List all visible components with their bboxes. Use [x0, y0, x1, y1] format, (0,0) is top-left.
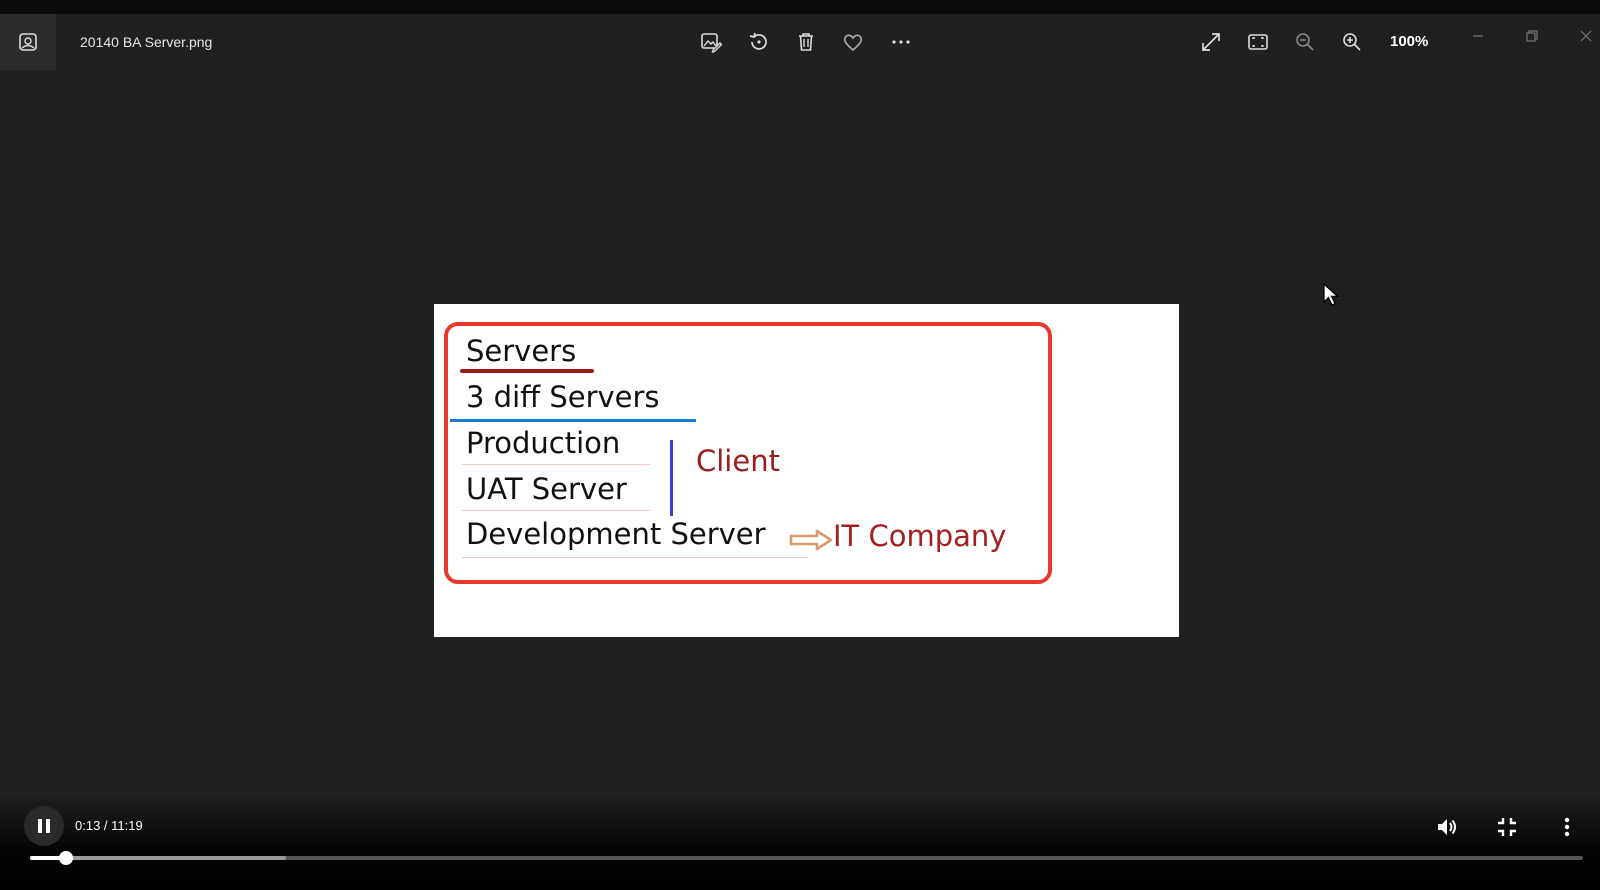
image-viewport[interactable]: Servers 3 diff Servers Production UAT Se… [0, 70, 1600, 790]
it-company-label: IT Company [833, 519, 1007, 553]
exit-fullscreen-icon [1498, 818, 1516, 836]
volume-button[interactable] [1432, 812, 1462, 842]
window-title: 20140 BA Server.png [80, 34, 213, 50]
fullscreen-button[interactable] [1197, 28, 1225, 56]
expand-icon [1202, 33, 1220, 51]
playback-time: 0:13 / 11:19 [75, 818, 143, 833]
pause-button[interactable] [24, 806, 64, 846]
restore-icon [1526, 30, 1538, 42]
title-bar: 20140 BA Server.png 100% [0, 14, 1600, 70]
zoom-in-icon [1343, 33, 1361, 51]
top-band [0, 0, 1600, 14]
vertical-more-icon [1564, 817, 1570, 837]
zoom-out-icon [1296, 33, 1314, 51]
pause-icon [38, 819, 50, 833]
seek-handle[interactable] [58, 851, 73, 865]
client-label: Client [696, 444, 780, 478]
close-button[interactable] [1570, 24, 1600, 48]
heading-underline [460, 369, 594, 373]
player-more-button[interactable] [1552, 812, 1582, 842]
faint-rule [462, 557, 808, 558]
favorite-button[interactable] [839, 28, 867, 56]
seek-bar[interactable] [30, 851, 1583, 865]
slide-line-production: Production [466, 426, 621, 460]
slide-line-development: Development Server [466, 517, 766, 551]
exit-fullscreen-button[interactable] [1492, 812, 1522, 842]
zoom-in-button[interactable] [1338, 28, 1366, 56]
zoom-level-display[interactable]: 100% [1390, 33, 1428, 50]
close-icon [1580, 30, 1592, 42]
fit-window-icon [1248, 34, 1268, 50]
edit-image-icon [701, 33, 722, 53]
slide-heading: Servers [466, 334, 577, 368]
mouse-cursor-icon [1323, 282, 1340, 306]
delete-icon [799, 33, 813, 51]
faint-rule [462, 464, 650, 465]
faint-rule [462, 510, 650, 511]
blue-underline [450, 419, 696, 422]
app-photo-button[interactable] [0, 14, 56, 70]
client-bracket-line [670, 440, 673, 516]
fit-to-window-button[interactable] [1244, 28, 1272, 56]
heart-icon [843, 34, 863, 52]
zoom-out-button[interactable] [1291, 28, 1319, 56]
edit-image-button[interactable] [697, 28, 725, 56]
video-controls: 0:13 / 11:19 [0, 790, 1600, 890]
more-options-button[interactable] [887, 28, 915, 56]
rotate-button[interactable] [745, 28, 773, 56]
more-icon [892, 40, 910, 44]
slide-image: Servers 3 diff Servers Production UAT Se… [434, 304, 1179, 637]
minimize-button[interactable] [1462, 24, 1494, 48]
right-arrow-icon [789, 529, 833, 551]
photo-app-icon [19, 33, 37, 51]
delete-button[interactable] [792, 28, 820, 56]
volume-icon [1438, 819, 1456, 835]
rotate-icon [749, 32, 767, 50]
slide-line-diff-servers: 3 diff Servers [466, 380, 660, 414]
slide-line-uat: UAT Server [466, 472, 627, 506]
restore-button[interactable] [1516, 24, 1548, 48]
minimize-icon [1473, 35, 1483, 37]
